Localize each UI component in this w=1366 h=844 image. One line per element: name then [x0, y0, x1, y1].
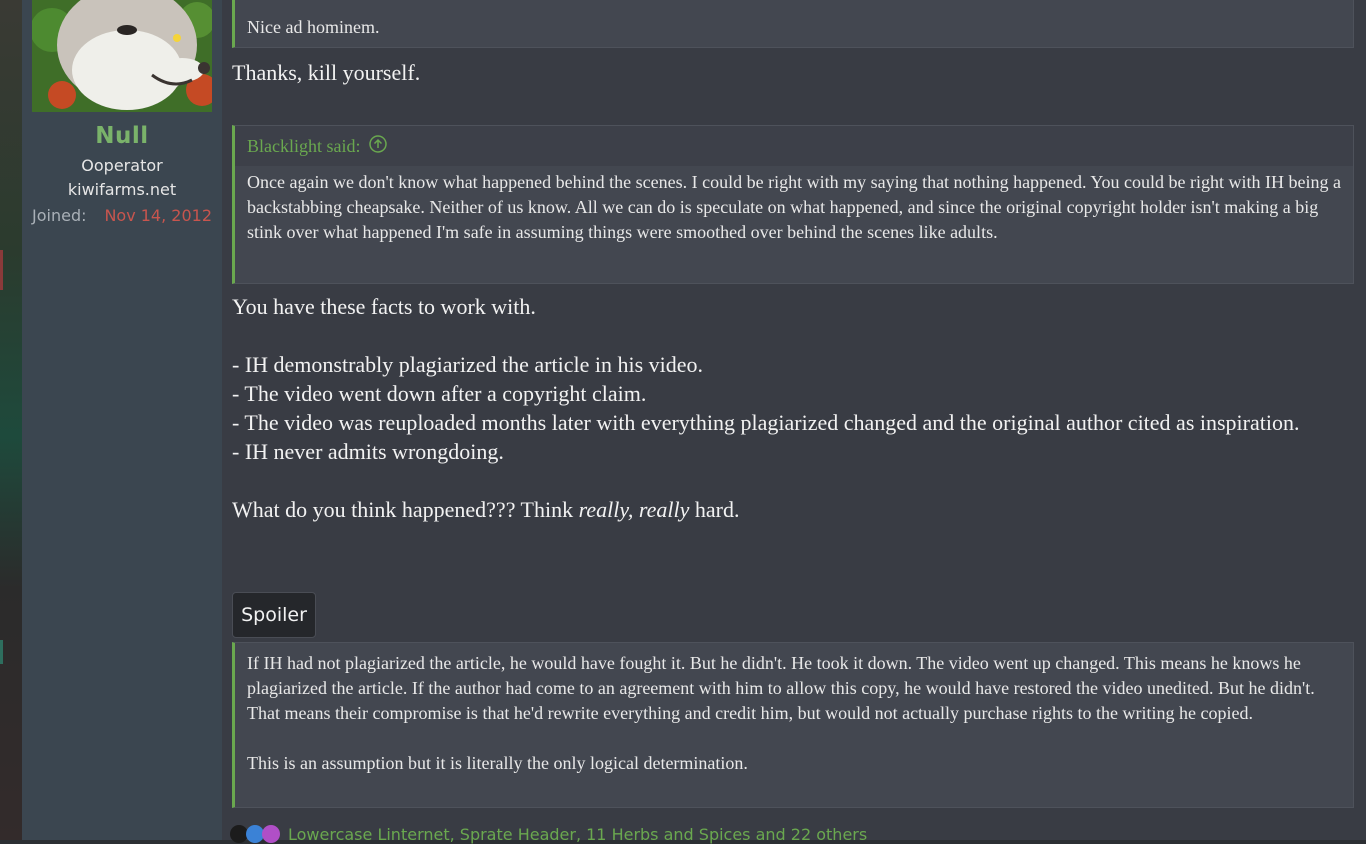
user-avatar[interactable]	[32, 0, 212, 112]
quote-block-blacklight: Blacklight said: Once again we don't kno…	[232, 125, 1354, 284]
post-content: Nice ad hominem. Thanks, kill yourself. …	[222, 0, 1366, 844]
fact-item: - IH never admits wrongdoing.	[232, 439, 504, 464]
user-name[interactable]: Null	[22, 123, 222, 149]
user-title: Ooperator	[81, 156, 163, 175]
fact-item: - The video was reuploaded months later …	[232, 410, 1300, 435]
quote-text: Nice ad hominem.	[247, 17, 380, 37]
emphasis-text: really, really	[578, 497, 690, 522]
left-edge-strip	[0, 0, 22, 840]
spoiler-button[interactable]: Spoiler	[232, 592, 316, 638]
user-site: kiwifarms.net	[67, 180, 177, 199]
reactions-list[interactable]: Lowercase Linternet, Sprate Header, 11 H…	[288, 825, 867, 844]
quote-header[interactable]: Blacklight said:	[235, 126, 1353, 166]
post-body: You have these facts to work with. - IH …	[232, 292, 1342, 524]
spoiler-paragraph: If IH had not plagiarized the article, h…	[247, 653, 1315, 723]
reactions-bar[interactable]: Lowercase Linternet, Sprate Header, 11 H…	[230, 824, 867, 844]
spoiler-paragraph: This is an assumption but it is literall…	[247, 753, 748, 773]
avatar-image	[32, 0, 212, 112]
user-sidebar: Null Ooperator kiwifarms.net Joined: Nov…	[22, 0, 222, 840]
post-intro: You have these facts to work with.	[232, 294, 536, 319]
quote-text: Once again we don't know what happened b…	[247, 172, 1342, 242]
quote-author[interactable]: Blacklight said:	[247, 136, 360, 157]
fact-item: - The video went down after a copyright …	[232, 381, 647, 406]
fact-item: - IH demonstrably plagiarized the articl…	[232, 352, 704, 377]
jump-to-quote-icon[interactable]	[368, 134, 388, 159]
post-question: What do you think happened??? Think real…	[232, 497, 740, 522]
spoiler-content: If IH had not plagiarized the article, h…	[232, 642, 1354, 808]
quote-block-top: Nice ad hominem.	[232, 0, 1354, 48]
reply-text: Thanks, kill yourself.	[232, 60, 421, 85]
joined-value: Nov 14, 2012	[104, 206, 212, 225]
joined-label: Joined:	[32, 206, 87, 225]
puzzle-icon	[262, 825, 280, 843]
